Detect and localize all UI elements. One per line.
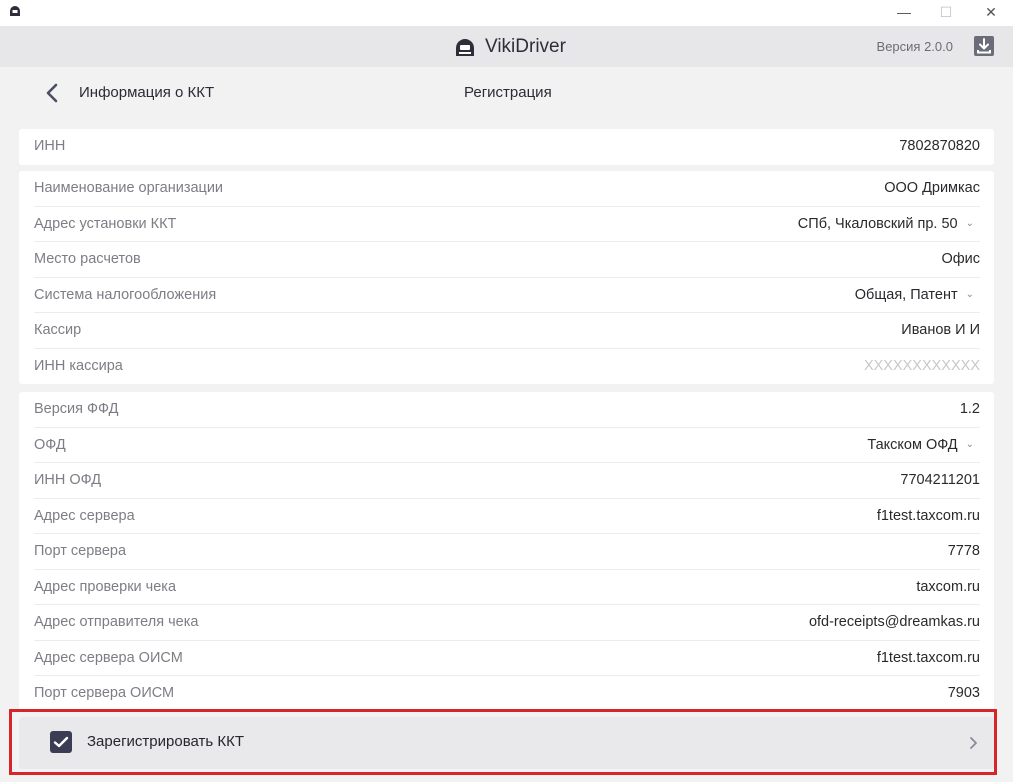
field-value[interactable]: f1test.taxcom.ru (877, 650, 980, 666)
field-label: ИНН ОФД (34, 472, 102, 488)
field-placeholder-text: XXXXXXXXXXXX (863, 357, 980, 374)
field-value-text: Иванов И И (901, 322, 980, 338)
ofd-dropdown[interactable]: Такском ОФД ⌄ (867, 437, 980, 453)
cashier-inn-input[interactable]: XXXXXXXXXXXX (864, 358, 980, 374)
field-value[interactable]: f1test.taxcom.ru (877, 508, 980, 524)
field-value-text: f1test.taxcom.ru (876, 649, 980, 666)
field-value-text: f1test.taxcom.ru (876, 507, 980, 524)
field-value[interactable]: Офис (941, 251, 980, 267)
field-value-text: taxcom.ru (916, 578, 980, 595)
field-row-oism-address[interactable]: Адрес сервера ОИСМ f1test.taxcom.ru (34, 641, 980, 676)
register-checkbox[interactable] (50, 731, 72, 753)
field-label: Адрес сервера (34, 507, 135, 524)
field-value-text: Офис (941, 251, 980, 267)
field-value[interactable]: ofd-receipts@dreamkas.ru (809, 614, 980, 630)
version-label: Версия 2.0.0 (876, 39, 953, 54)
field-label: ОФД (34, 436, 66, 453)
field-value-text: СПб, Чкаловский пр. 50 (797, 215, 958, 232)
field-value-text: 7778 (947, 543, 980, 559)
field-value-text: Такском ОФД (867, 436, 958, 453)
field-label: Система налогообложения (34, 286, 217, 303)
field-value-text: ООО Дримкас (884, 180, 980, 196)
field-row-install-address[interactable]: Адрес установки ККТ СПб, Чкаловский пр. … (34, 207, 980, 242)
field-row-sender-address[interactable]: Адрес отправителя чека ofd-receipts@drea… (34, 605, 980, 641)
field-value[interactable]: 7704211201 (900, 472, 980, 488)
register-kkt-row[interactable]: Зарегистрировать ККТ (19, 717, 994, 769)
field-label: ИНН (34, 138, 66, 154)
field-label: Кассир (34, 322, 82, 338)
minimize-button[interactable]: — (884, 0, 924, 24)
chevron-down-icon: ⌄ (965, 289, 974, 300)
field-value-text: 7903 (947, 685, 980, 701)
field-row-ffd-version[interactable]: Версия ФФД 1.2 (34, 392, 980, 428)
chevron-right-icon[interactable] (967, 734, 981, 752)
app-icon (10, 6, 20, 16)
field-row-ofd-inn[interactable]: ИНН ОФД 7704211201 (34, 463, 980, 499)
field-row-cashier[interactable]: Кассир Иванов И И (34, 313, 980, 349)
maximize-button[interactable]: ☐ (926, 0, 966, 24)
field-label: Адрес проверки чека (34, 578, 177, 595)
field-row-check-address[interactable]: Адрес проверки чека taxcom.ru (34, 570, 980, 605)
cashier-input[interactable]: Иванов И И (901, 322, 980, 338)
field-value-text: Общая, Патент (854, 286, 958, 303)
field-label: Адрес установки ККТ (34, 215, 177, 232)
page-title: Информация о ККТ (79, 84, 215, 101)
field-row-inn: ИНН 7802870820 (34, 129, 980, 165)
tax-system-dropdown[interactable]: Общая, Патент ⌄ (855, 287, 980, 303)
field-label: Наименование организации (34, 180, 224, 196)
field-row-cashier-inn[interactable]: ИНН кассира XXXXXXXXXXXX (34, 349, 980, 385)
brand: VikiDriver (453, 34, 566, 60)
field-value[interactable]: ООО Дримкас (884, 180, 980, 196)
field-value-text: 1.2 (959, 401, 980, 417)
field-value[interactable]: 7778 (948, 543, 980, 559)
field-value-text: ofd-receipts@dreamkas.ru (808, 614, 980, 630)
subheader: Информация о ККТ Регистрация (0, 67, 1013, 121)
card-ofd: Версия ФФД 1.2 ОФД Такском ОФД ⌄ ИНН ОФД … (19, 392, 994, 712)
field-value[interactable]: 1.2 (960, 401, 980, 417)
field-value-text: 7704211201 (900, 472, 980, 488)
field-row-oism-port[interactable]: Порт сервера ОИСМ 7903 (34, 676, 980, 712)
chevron-down-icon: ⌄ (965, 218, 974, 229)
field-label: Место расчетов (34, 251, 141, 267)
register-label: Зарегистрировать ККТ (87, 733, 245, 750)
field-row-tax-system[interactable]: Система налогообложения Общая, Патент ⌄ (34, 278, 980, 313)
section-title: Регистрация (464, 84, 552, 101)
field-value[interactable]: taxcom.ru (916, 579, 980, 595)
app-header: VikiDriver Версия 2.0.0 (0, 26, 1013, 67)
field-row-settlement-place[interactable]: Место расчетов Офис (34, 242, 980, 278)
back-button[interactable] (38, 79, 66, 107)
card-organization: Наименование организации ООО Дримкас Адр… (19, 171, 994, 384)
card-inn: ИНН 7802870820 (19, 129, 994, 165)
checkmark-icon (53, 736, 69, 748)
chevron-left-icon (46, 83, 58, 103)
field-label: Адрес отправителя чека (34, 614, 199, 630)
field-label: Адрес сервера ОИСМ (34, 649, 183, 666)
app-name: VikiDriver (485, 36, 566, 57)
field-row-server-port[interactable]: Порт сервера 7778 (34, 534, 980, 570)
close-button[interactable]: ✕ (971, 0, 1011, 24)
address-dropdown[interactable]: СПб, Чкаловский пр. 50 ⌄ (798, 216, 980, 232)
printer-icon (456, 39, 474, 56)
field-label: Версия ФФД (34, 401, 119, 417)
field-row-server-address[interactable]: Адрес сервера f1test.taxcom.ru (34, 499, 980, 534)
field-value: 7802870820 (899, 138, 980, 154)
field-label: Порт сервера (34, 543, 127, 559)
field-label: ИНН кассира (34, 357, 123, 374)
field-value-text: 7802870820 (899, 138, 980, 154)
download-icon[interactable] (973, 35, 995, 57)
field-value[interactable]: 7903 (948, 685, 980, 701)
chevron-down-icon: ⌄ (965, 439, 974, 450)
field-label: Порт сервера ОИСМ (34, 685, 175, 701)
window-titlebar: — ☐ ✕ (0, 0, 1013, 26)
field-row-org-name[interactable]: Наименование организации ООО Дримкас (34, 171, 980, 207)
field-row-ofd[interactable]: ОФД Такском ОФД ⌄ (34, 428, 980, 463)
